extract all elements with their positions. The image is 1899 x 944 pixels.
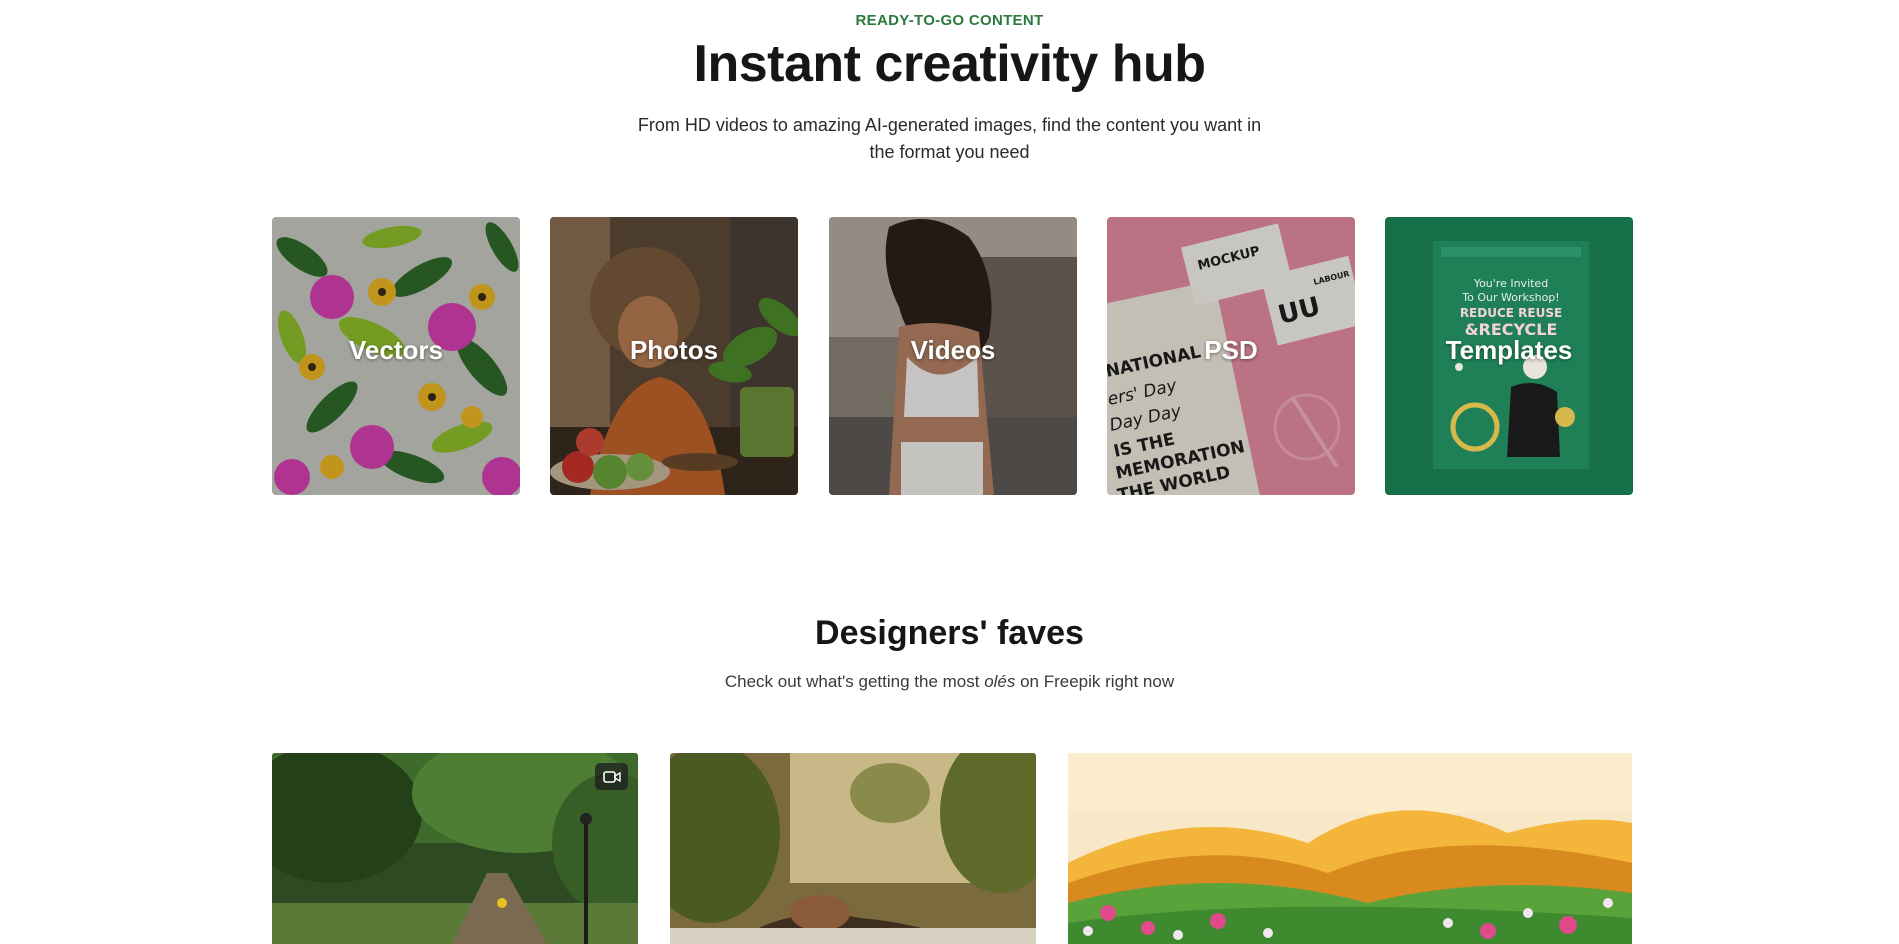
rolling-hills-flowers-image bbox=[1068, 753, 1632, 944]
svg-text:REDUCE REUSE: REDUCE REUSE bbox=[1460, 306, 1562, 320]
card-label: PSD bbox=[1204, 335, 1258, 365]
eyebrow-label: READY-TO-GO CONTENT bbox=[855, 12, 1044, 29]
video-camera-icon bbox=[595, 763, 628, 790]
fave-item-hills-illustration[interactable] bbox=[1068, 753, 1632, 944]
faves-subtitle-end: on Freepik right now bbox=[1015, 672, 1175, 691]
park-path-video-image bbox=[272, 753, 638, 944]
hub-title: Instant creativity hub bbox=[693, 35, 1207, 93]
card-label: Templates bbox=[1445, 335, 1573, 365]
card-vectors[interactable]: Vectors bbox=[272, 217, 520, 495]
svg-text:To Our Workshop!: To Our Workshop! bbox=[1461, 291, 1559, 304]
fave-item-park-video[interactable] bbox=[272, 753, 638, 944]
man-relaxing-spa-image bbox=[670, 753, 1036, 944]
card-photos[interactable]: Photos bbox=[550, 217, 798, 495]
card-label: Photos bbox=[629, 335, 719, 365]
designers-faves-grid bbox=[272, 753, 1632, 944]
faves-title: Designers' faves bbox=[815, 614, 1084, 652]
hub-subtitle: From HD videos to amazing AI-generated i… bbox=[637, 115, 1262, 162]
svg-text:You're Invited: You're Invited bbox=[1473, 277, 1548, 290]
card-templates[interactable]: You're Invited To Our Workshop! REDUCE R… bbox=[1385, 217, 1633, 495]
card-psd[interactable]: NATIONAL ers' Day Day Day IS THE MEMORAT… bbox=[1107, 217, 1355, 495]
card-label: Vectors bbox=[349, 335, 443, 365]
card-videos[interactable]: Videos bbox=[829, 217, 1077, 495]
faves-subtitle: Check out what's getting the most olés o… bbox=[0, 672, 1899, 692]
content-type-cards: Vectors Photos Videos NATIONAL ers' Day … bbox=[272, 217, 1633, 495]
card-label: Videos bbox=[910, 335, 996, 365]
faves-subtitle-start: Check out what's getting the most bbox=[724, 672, 985, 691]
faves-subtitle-emphasis: olés bbox=[984, 672, 1016, 691]
fave-item-spa-photo[interactable] bbox=[670, 753, 1036, 944]
